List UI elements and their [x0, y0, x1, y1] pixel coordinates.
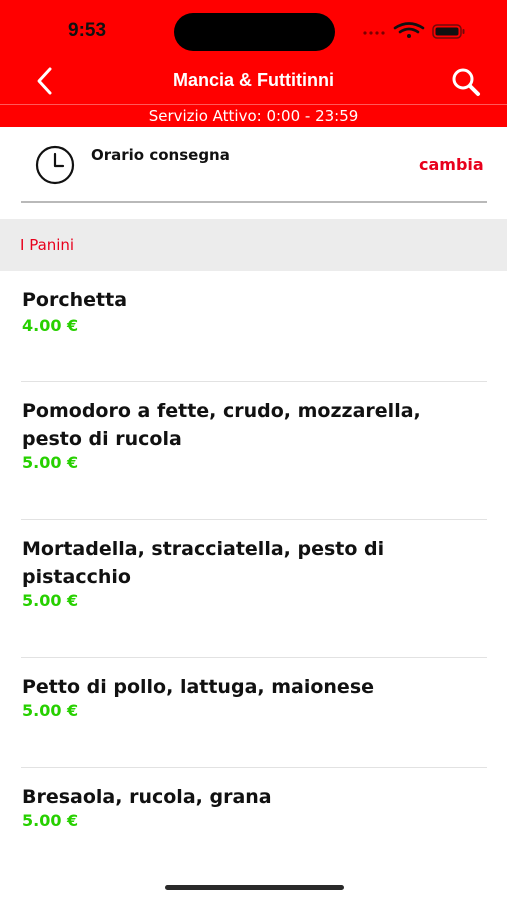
menu-item[interactable]: Pomodoro a fette, crudo, mozzarella, pes… [0, 397, 507, 519]
menu-item[interactable]: Petto di pollo, lattuga, maionese 5.00 € [0, 673, 507, 767]
battery-icon [432, 24, 465, 39]
item-price: 5.00 € [22, 591, 79, 610]
wifi-icon [393, 22, 425, 34]
item-divider [21, 519, 487, 520]
item-name: Bresaola, rucola, grana [22, 786, 272, 808]
dynamic-island [174, 13, 335, 51]
service-hours: Servizio Attivo: 0:00 - 23:59 [148, 107, 359, 125]
item-price: 5.00 € [22, 811, 79, 830]
menu-item[interactable]: Mortadella, stracciatella, pesto di pist… [0, 535, 507, 657]
signal-icon [363, 31, 385, 35]
menu-item[interactable]: Porchetta 4.00 € [0, 286, 507, 381]
home-indicator [165, 885, 344, 890]
item-name: Petto di pollo, lattuga, maionese [22, 676, 375, 698]
section-title: I Panini [20, 236, 75, 254]
item-price: 5.00 € [22, 701, 79, 720]
item-name: Porchetta [22, 289, 128, 311]
page-title: Mancia & Futtitinni [173, 70, 334, 90]
change-delivery-button[interactable]: cambia [419, 155, 484, 174]
menu-item[interactable]: Bresaola, rucola, grana 5.00 € [0, 783, 507, 843]
item-divider [21, 381, 487, 382]
item-divider [21, 657, 487, 658]
item-name: Pomodoro a fette, crudo, mozzarella, pes… [22, 400, 421, 450]
wifi-dot [407, 34, 411, 38]
item-price: 5.00 € [22, 453, 79, 472]
status-icons [363, 22, 465, 39]
item-divider [21, 767, 487, 768]
clock-icon [35, 145, 75, 185]
section-header [0, 219, 507, 271]
search-button[interactable] [448, 64, 484, 100]
search-icon [452, 68, 480, 96]
item-price: 4.00 € [22, 316, 79, 335]
item-name: Mortadella, stracciatella, pesto di pist… [22, 538, 385, 588]
delivery-time-label: Orario consegna [91, 146, 230, 164]
status-time: 9:53 [68, 20, 107, 41]
divider [21, 201, 487, 203]
